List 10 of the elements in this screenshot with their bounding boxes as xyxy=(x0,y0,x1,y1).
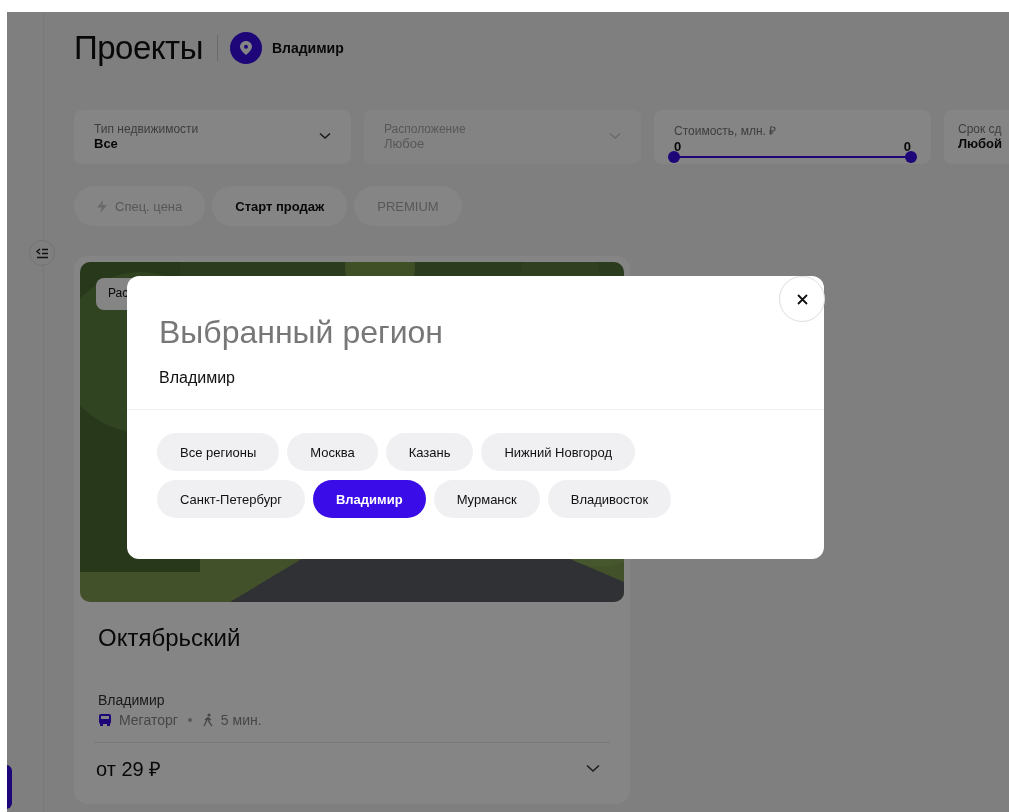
project-name: Октябрьский xyxy=(98,624,242,652)
range-max-value: 0 xyxy=(903,139,911,154)
range-min-value: 0 xyxy=(674,139,682,154)
price: от 29 ₽ xyxy=(96,757,162,782)
dialog-title: Выбранный регион xyxy=(159,314,444,351)
walk-time: 5 мин. xyxy=(220,712,262,728)
project-city: Владимир xyxy=(98,692,166,708)
selected-region: Владимир xyxy=(159,369,236,387)
transport-stop: Мегаторг xyxy=(119,712,178,728)
page-title: Проекты xyxy=(74,29,203,67)
